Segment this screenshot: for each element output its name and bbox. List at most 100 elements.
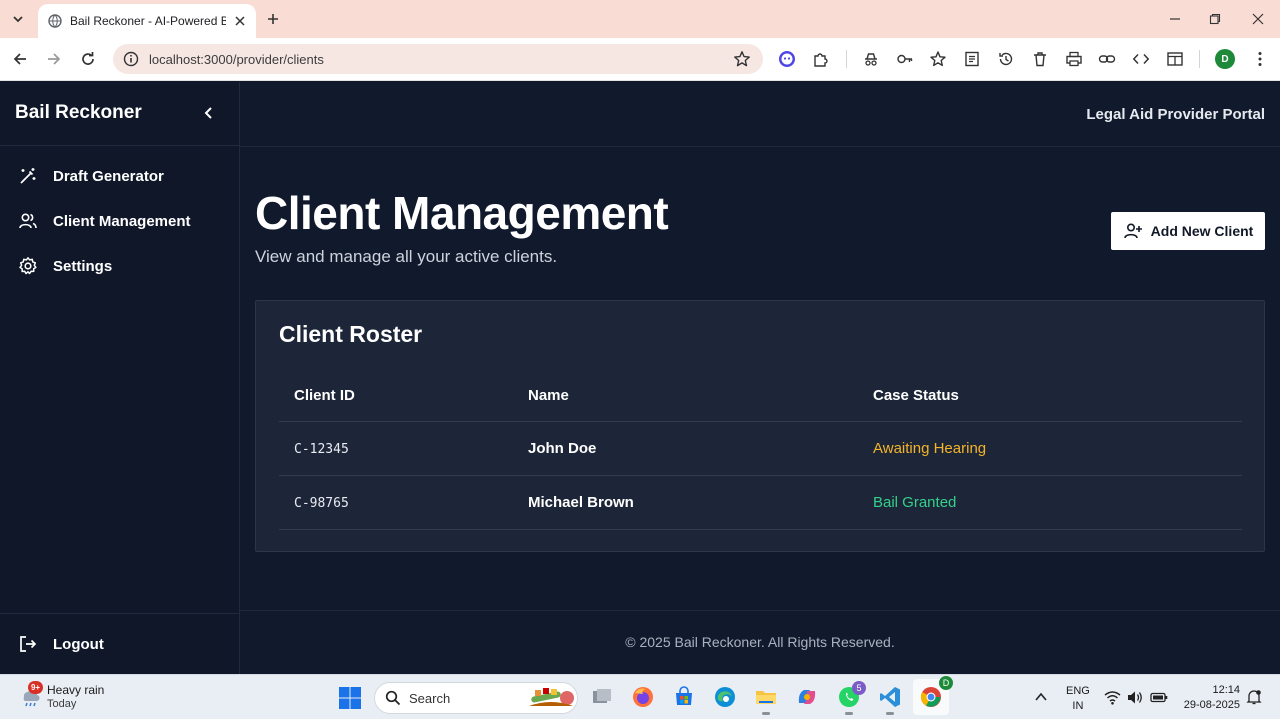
password-key-icon[interactable] bbox=[895, 49, 915, 69]
page-subtitle: View and manage all your active clients. bbox=[255, 247, 558, 266]
address-bar[interactable]: localhost:3000/provider/clients bbox=[113, 44, 763, 74]
weather-condition[interactable]: Heavy rain bbox=[47, 683, 104, 697]
minimize-button[interactable] bbox=[1162, 6, 1188, 32]
taskbar-edge[interactable] bbox=[712, 684, 738, 710]
site-info-icon[interactable] bbox=[123, 51, 139, 67]
restore-button[interactable] bbox=[1202, 6, 1228, 32]
taskbar-firefox[interactable] bbox=[630, 684, 656, 710]
logout-label: Logout bbox=[53, 635, 104, 653]
chrome-icon bbox=[920, 687, 941, 707]
history-icon[interactable] bbox=[996, 49, 1016, 69]
code-icon[interactable] bbox=[1131, 49, 1151, 69]
reload-icon bbox=[82, 52, 94, 65]
close-window-button[interactable] bbox=[1245, 6, 1271, 32]
profile-avatar[interactable]: D bbox=[1215, 49, 1235, 69]
logout-icon bbox=[18, 634, 38, 654]
table-row[interactable]: C-98765 Michael Brown Bail Granted bbox=[279, 476, 1242, 530]
arrow-right-icon bbox=[48, 53, 61, 65]
bookmark-star-icon[interactable] bbox=[733, 50, 751, 68]
taskbar-chrome[interactable]: D bbox=[913, 676, 953, 715]
chevron-up-icon[interactable] bbox=[1034, 690, 1048, 704]
edge-icon bbox=[715, 687, 735, 707]
trash-icon[interactable] bbox=[1030, 49, 1050, 69]
incognito-icon[interactable] bbox=[861, 49, 881, 69]
extensions-puzzle-icon[interactable] bbox=[811, 49, 831, 69]
sidebar-item-settings[interactable]: Settings bbox=[18, 254, 112, 278]
new-tab-button[interactable] bbox=[262, 8, 284, 30]
table-row[interactable]: C-12345 John Doe Awaiting Hearing bbox=[279, 422, 1242, 476]
system-clock[interactable]: 12:14 29-08-2025 bbox=[1184, 683, 1240, 713]
footer-divider bbox=[240, 610, 1280, 611]
windows-start-icon[interactable] bbox=[338, 686, 362, 710]
taskbar-copilot[interactable] bbox=[794, 684, 820, 710]
search-icon bbox=[385, 690, 401, 706]
main-content: Legal Aid Provider Portal Client Managem… bbox=[240, 82, 1280, 674]
sidebar-divider bbox=[0, 613, 240, 614]
clock-time: 12:14 bbox=[1212, 684, 1240, 696]
forward-button[interactable] bbox=[42, 47, 66, 71]
chevron-left-icon bbox=[204, 107, 212, 119]
client-id-cell: C-12345 bbox=[294, 442, 349, 457]
client-name-cell: John Doe bbox=[528, 440, 597, 457]
minimize-icon bbox=[1170, 18, 1180, 20]
tab-close-button[interactable] bbox=[232, 13, 248, 29]
add-new-client-button[interactable]: Add New Client bbox=[1111, 212, 1265, 250]
tab-active[interactable]: Bail Reckoner - AI-Powered Bail bbox=[38, 4, 256, 38]
favorites-icon[interactable] bbox=[928, 49, 948, 69]
client-table: Client ID Name Case Status C-12345 John … bbox=[279, 369, 1242, 530]
top-header: Legal Aid Provider Portal bbox=[240, 82, 1280, 147]
chrome-profile-badge: D bbox=[939, 676, 953, 690]
reading-list-icon[interactable] bbox=[962, 49, 982, 69]
users-icon bbox=[18, 211, 38, 231]
taskbar-vscode[interactable] bbox=[877, 684, 903, 715]
notification-bell-icon[interactable] bbox=[1246, 689, 1262, 705]
store-icon bbox=[676, 686, 692, 705]
vscode-icon bbox=[880, 687, 900, 707]
wifi-icon[interactable] bbox=[1104, 690, 1121, 705]
sidebar-panel-icon[interactable] bbox=[1165, 49, 1185, 69]
sidebar-item-client-management[interactable]: Client Management bbox=[18, 209, 191, 233]
running-indicator bbox=[886, 712, 894, 715]
reload-button[interactable] bbox=[76, 47, 100, 71]
battery-icon[interactable] bbox=[1150, 690, 1168, 705]
globe-icon bbox=[48, 14, 62, 28]
taskbar-task-view[interactable] bbox=[589, 684, 615, 710]
link-icon[interactable] bbox=[1097, 49, 1117, 69]
toolbar-separator bbox=[846, 50, 847, 68]
add-new-client-label: Add New Client bbox=[1150, 223, 1254, 239]
table-header: Client ID Name Case Status bbox=[279, 369, 1242, 422]
browser-toolbar: localhost:3000/provider/clients D bbox=[0, 38, 1280, 81]
tab-search-menu-button[interactable] bbox=[6, 7, 30, 31]
tab-title: Bail Reckoner - AI-Powered Bail bbox=[70, 14, 226, 28]
close-icon bbox=[1252, 13, 1264, 25]
back-button[interactable] bbox=[8, 47, 32, 71]
logout-button[interactable]: Logout bbox=[18, 632, 104, 656]
case-status-cell: Awaiting Hearing bbox=[873, 440, 987, 457]
task-view-icon bbox=[593, 689, 611, 703]
client-roster-card: Client Roster Client ID Name Case Status… bbox=[255, 300, 1265, 552]
client-id-cell: C-98765 bbox=[294, 496, 349, 511]
sidebar-item-draft-generator[interactable]: Draft Generator bbox=[18, 164, 164, 188]
firefox-icon bbox=[633, 687, 653, 707]
extension-copilot-icon[interactable] bbox=[777, 49, 797, 69]
taskbar-whatsapp[interactable]: 5 bbox=[836, 681, 866, 715]
search-highlight-icon bbox=[529, 688, 574, 706]
taskbar-store[interactable] bbox=[671, 684, 697, 710]
taskbar-file-explorer[interactable] bbox=[753, 684, 779, 715]
taskbar-search[interactable]: Search bbox=[374, 682, 578, 714]
sidebar-divider bbox=[0, 145, 240, 146]
folder-icon bbox=[756, 691, 776, 704]
user-plus-icon bbox=[1123, 221, 1143, 241]
brand-title: Bail Reckoner bbox=[15, 102, 142, 123]
browser-menu-icon[interactable] bbox=[1250, 49, 1270, 69]
collapse-sidebar-button[interactable] bbox=[199, 103, 219, 123]
restore-icon bbox=[1209, 13, 1221, 25]
footer-text: © 2025 Bail Reckoner. All Rights Reserve… bbox=[625, 634, 895, 650]
card-title: Client Roster bbox=[279, 321, 423, 347]
sidebar-item-label: Client Management bbox=[53, 212, 191, 230]
search-label: Search bbox=[409, 690, 451, 706]
volume-icon[interactable] bbox=[1127, 690, 1144, 705]
print-icon[interactable] bbox=[1064, 49, 1084, 69]
language-indicator[interactable]: ENG IN bbox=[1066, 684, 1090, 714]
column-header-case-status: Case Status bbox=[873, 387, 959, 404]
